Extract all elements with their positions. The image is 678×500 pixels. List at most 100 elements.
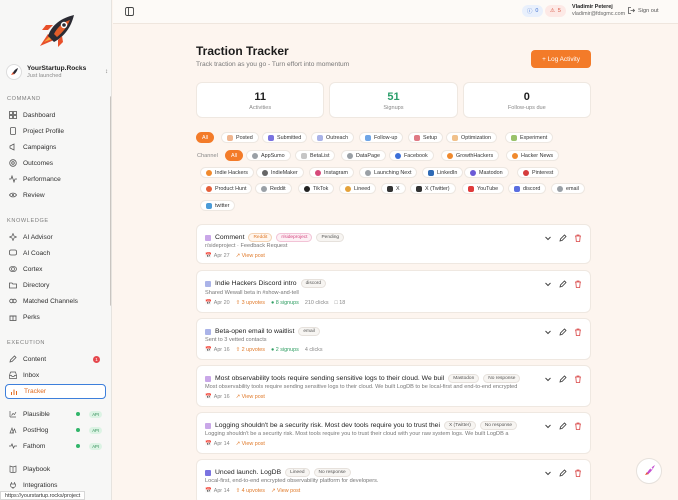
card-title: Most observability tools require sending… xyxy=(205,374,521,383)
sidebar-item-integrations[interactable]: Integrations xyxy=(5,478,106,492)
sidebar-item-performance[interactable]: Performance xyxy=(5,172,106,186)
activity-card[interactable]: Logging shouldn't be a security risk. Mo… xyxy=(196,412,591,454)
delete-icon[interactable] xyxy=(574,234,582,242)
filter-channel-datapage[interactable]: DataPage xyxy=(341,150,386,161)
delete-icon[interactable] xyxy=(574,469,582,477)
sidebar-item-outcomes[interactable]: Outcomes xyxy=(5,156,106,170)
filter-type-posted[interactable]: Posted xyxy=(221,132,259,143)
filter-channel-reddit[interactable]: Reddit xyxy=(255,183,292,194)
sidebar-scrollbar[interactable] xyxy=(110,96,111,306)
filter-channel-launching-next[interactable]: Launching Next xyxy=(359,167,418,178)
delete-icon[interactable] xyxy=(574,328,582,336)
card-meta: 📅 Apr 14 ↗ View post xyxy=(205,441,265,447)
sign-out-label: Sign out xyxy=(638,7,659,14)
delete-icon[interactable] xyxy=(574,375,582,383)
filter-type-follow-up[interactable]: Follow-up xyxy=(359,132,404,143)
filter-type-experiment[interactable]: Experiment xyxy=(505,132,554,143)
activity-card[interactable]: Unced launch. LogDB Lineed No response L… xyxy=(196,459,591,500)
view-post-link[interactable]: ↗ View post xyxy=(236,394,265,400)
activity-type-icon xyxy=(205,422,211,429)
floating-assistant-button[interactable] xyxy=(636,458,662,484)
sidebar-item-ai-coach[interactable]: AI Coach xyxy=(5,246,106,260)
filter-type-optimization[interactable]: Optimization xyxy=(446,132,497,143)
filter-channel-tiktok[interactable]: TikTok xyxy=(298,183,335,194)
filter-channel-indie-hackers[interactable]: Indie Hackers xyxy=(200,167,254,178)
chevron-down-icon[interactable] xyxy=(544,280,552,288)
filter-channel-hacker-news[interactable]: Hacker News xyxy=(506,150,560,161)
filter-type-outreach[interactable]: Outreach xyxy=(311,132,355,143)
chevron-down-icon[interactable] xyxy=(544,328,552,336)
project-switcher[interactable]: YourStartup.Rocks Just launched ↕ xyxy=(6,60,108,84)
calendar-icon: 📅 xyxy=(205,300,212,306)
sidebar-item-inbox[interactable]: Inbox xyxy=(5,368,106,382)
sidebar-item-campaigns[interactable]: Campaigns xyxy=(5,140,106,154)
filter-channel-betalist[interactable]: BetaList xyxy=(295,150,336,161)
sidebar-item-ai-advisor[interactable]: AI Advisor xyxy=(5,230,106,244)
view-post-link[interactable]: ↗ View post xyxy=(236,253,265,259)
sidebar-item-cortex[interactable]: Cortex xyxy=(5,262,106,276)
sidebar-item-matched-channels[interactable]: Matched Channels xyxy=(5,294,106,308)
activity-card[interactable]: Comment Reddit r/sideproject Pending r/s… xyxy=(196,224,591,264)
filter-type-setup[interactable]: Setup xyxy=(408,132,444,143)
chevron-down-icon[interactable] xyxy=(544,234,552,242)
delete-icon[interactable] xyxy=(574,280,582,288)
filter-channel-indiemaker[interactable]: IndieMaker xyxy=(256,167,304,178)
edit-icon[interactable] xyxy=(559,234,567,242)
filter-channel-pinterest[interactable]: Pinterest xyxy=(517,167,560,178)
chevron-down-icon[interactable] xyxy=(544,375,552,383)
sidebar-item-review[interactable]: Review xyxy=(5,188,106,202)
filter-channel-mastodon[interactable]: Mastodon xyxy=(464,167,509,178)
filter-channel-x-twitter[interactable]: X (Twitter) xyxy=(410,183,456,194)
edit-icon[interactable] xyxy=(559,375,567,383)
sidebar-item-plausible[interactable]: Plausible API xyxy=(5,407,106,421)
chevron-down-icon[interactable] xyxy=(544,422,552,430)
activity-card[interactable]: Indie Hackers Discord intro discord Shar… xyxy=(196,270,591,313)
sidebar-item-content[interactable]: Content 1 xyxy=(5,352,106,366)
filter-channel-linkedin[interactable]: LinkedIn xyxy=(422,167,464,178)
filter-channel-instagram[interactable]: Instagram xyxy=(309,167,354,178)
filter-channel-lineed[interactable]: Lineed xyxy=(339,183,377,194)
filter-type-submitted[interactable]: Submitted xyxy=(262,132,308,143)
sidebar-item-directory[interactable]: Directory xyxy=(5,278,106,292)
filter-channel-appsumo[interactable]: AppSumo xyxy=(246,150,291,161)
sidebar-item-label: Perks xyxy=(23,313,40,321)
view-post-link[interactable]: ↗ View post xyxy=(236,441,265,447)
project-avatar xyxy=(6,64,22,80)
sidebar-item-playbook[interactable]: Playbook xyxy=(5,462,106,476)
sidebar-item-perks[interactable]: Perks xyxy=(5,310,106,324)
sidebar-item-dashboard[interactable]: Dashboard xyxy=(5,108,106,122)
filter-channel-x[interactable]: X xyxy=(381,183,406,194)
filter-channel-growthhackers[interactable]: GrowthHackers xyxy=(441,150,500,161)
view-post-link[interactable]: ↗ View post xyxy=(271,488,300,494)
activity-card[interactable]: Beta-open email to waitlist email Sent t… xyxy=(196,318,591,360)
edit-icon[interactable] xyxy=(559,328,567,336)
filter-channel-facebook[interactable]: Facebook xyxy=(389,150,434,161)
edit-icon[interactable] xyxy=(559,469,567,477)
sign-out-button[interactable]: Sign out xyxy=(628,7,659,14)
chip-label: Posted xyxy=(236,134,253,141)
sidebar-item-tracker[interactable]: Tracker xyxy=(5,384,106,399)
notifications-pill[interactable]: ⓘ 0 xyxy=(522,5,544,17)
sidebar-item-fathom[interactable]: Fathom API xyxy=(5,439,106,453)
edit-icon[interactable] xyxy=(559,280,567,288)
filter-type-all[interactable]: All xyxy=(196,132,214,143)
log-activity-button[interactable]: + Log Activity xyxy=(531,50,591,68)
filter-channel-discord[interactable]: discord xyxy=(508,183,547,194)
filter-channel-all[interactable]: All xyxy=(225,150,243,161)
filter-channel-product-hunt[interactable]: Product Hunt xyxy=(200,183,253,194)
filter-channel-youtube[interactable]: YouTube xyxy=(462,183,505,194)
edit-icon[interactable] xyxy=(559,422,567,430)
chip-label: X (Twitter) xyxy=(425,185,450,192)
signups-count: ● 8 signups xyxy=(271,300,299,306)
filter-channel-twitter[interactable]: twitter xyxy=(200,200,236,211)
delete-icon[interactable] xyxy=(574,422,582,430)
chevron-down-icon[interactable] xyxy=(544,469,552,477)
sidebar-item-project-profile[interactable]: Project Profile xyxy=(5,124,106,138)
alerts-pill[interactable]: ⚠ 5 xyxy=(545,5,566,17)
activity-card[interactable]: Most observability tools require sending… xyxy=(196,365,591,407)
chat-icon xyxy=(9,249,17,256)
filter-channel-email[interactable]: email xyxy=(551,183,585,194)
sidebar-toggle-icon[interactable] xyxy=(125,7,134,16)
sidebar-item-posthog[interactable]: PostHog API xyxy=(5,423,106,437)
analytics-icon xyxy=(9,411,17,418)
